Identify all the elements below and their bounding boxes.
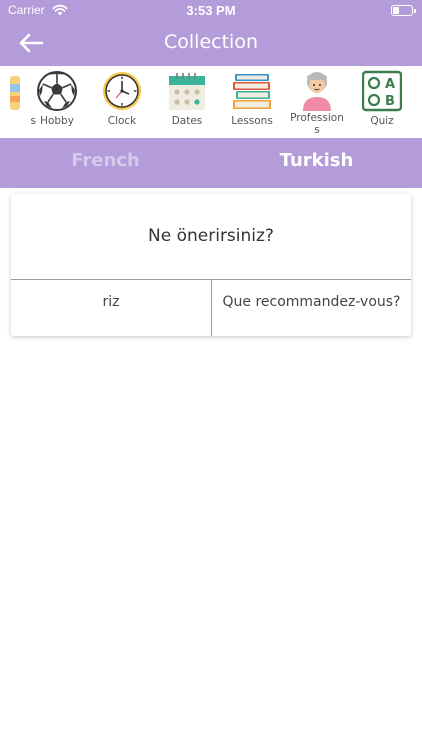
clock-icon [103, 72, 141, 110]
soccer-ball-icon [37, 71, 77, 111]
quiz-icon: A B [362, 70, 402, 112]
category-label: Clock [107, 115, 137, 127]
svg-text:A: A [385, 77, 395, 92]
books-icon [233, 74, 271, 109]
partial-icon [10, 76, 20, 110]
page-title: Collection [164, 31, 258, 53]
person-icon [303, 72, 331, 111]
battery-fill [393, 7, 399, 14]
category-item-clock[interactable]: Clock [94, 66, 150, 138]
category-item-quiz[interactable]: A B Quiz [354, 66, 410, 138]
category-label: Hobby [40, 115, 74, 127]
category-strip[interactable]: s Hobby Clock Dates Lessons Profession s… [0, 66, 422, 138]
category-label-line1: Profession [290, 112, 344, 124]
svg-text:B: B [385, 94, 395, 109]
category-label: Lessons [231, 115, 273, 127]
category-item-professions[interactable]: Profession s [289, 66, 345, 138]
category-item-hobby[interactable]: Hobby [29, 66, 85, 138]
category-item-dates[interactable]: Dates [159, 66, 215, 138]
category-label: Quiz [370, 115, 394, 127]
tab-turkish[interactable]: Turkish [211, 138, 422, 188]
status-bar: Carrier 3:53 PM [0, 0, 422, 22]
answer-option-right[interactable]: Que recommandez-vous? [211, 280, 411, 336]
calendar-icon [169, 73, 205, 110]
battery-icon [391, 5, 416, 16]
status-time: 3:53 PM [186, 3, 236, 18]
question-text: Ne önerirsiniz? [11, 194, 411, 280]
tab-french[interactable]: French [0, 138, 211, 188]
category-label-line2: s [314, 124, 320, 136]
category-label: Dates [171, 115, 203, 127]
phrase-card: Ne önerirsiniz? riz Que recommandez-vous… [11, 194, 411, 336]
nav-bar: Collection [0, 22, 422, 66]
category-label: Profession s [285, 112, 349, 136]
category-item-lessons[interactable]: Lessons [224, 66, 280, 138]
header: Carrier 3:53 PM Collection [0, 0, 422, 66]
language-tab-bar: French Turkish [0, 138, 422, 188]
answer-option-left[interactable]: riz [11, 280, 211, 336]
